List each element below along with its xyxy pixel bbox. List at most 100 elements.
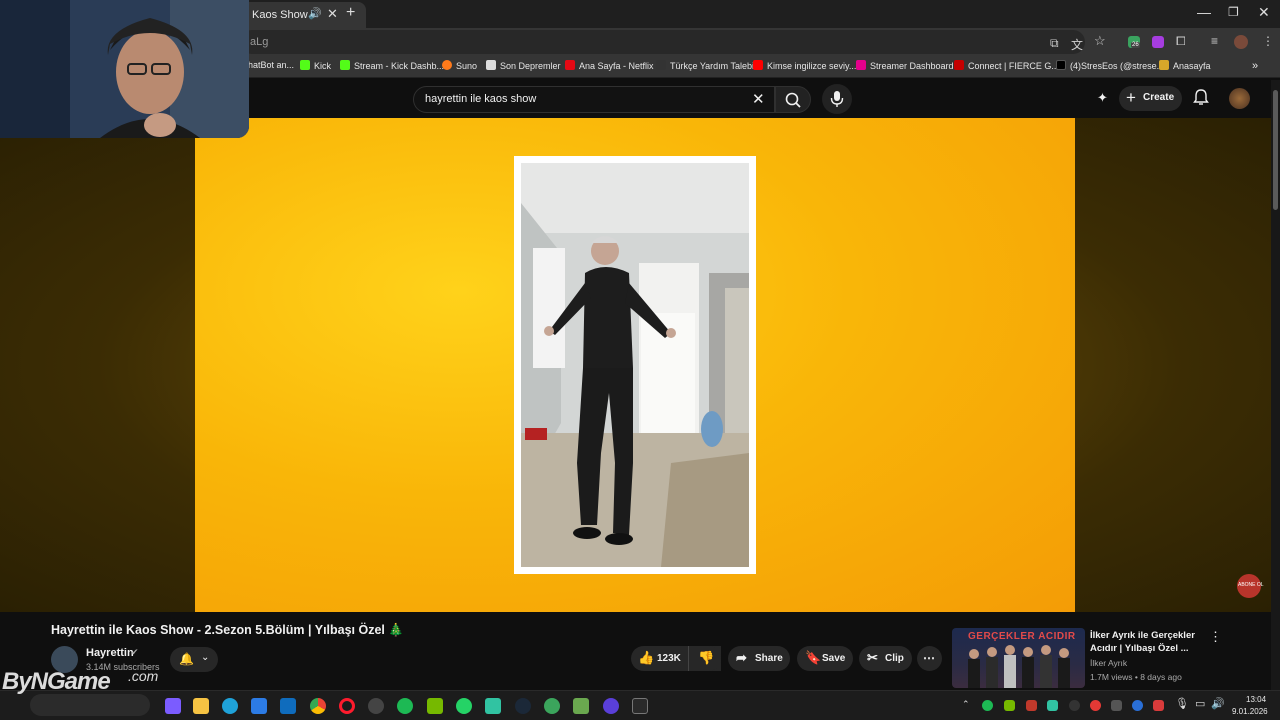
volume-icon[interactable]: 🔊 [1211,697,1225,710]
bookmark-item[interactable]: hatBot an... [248,60,294,70]
youtube-icon [753,60,763,70]
microphone-icon[interactable]: 🎙 [1175,697,1189,710]
chrome-icon[interactable] [310,698,326,714]
new-tab-button[interactable]: + [346,4,355,22]
clear-search-icon[interactable]: ✕ [752,90,765,108]
more-vertical-icon[interactable]: ⋮ [1209,629,1222,645]
more-bookmarks-icon[interactable]: » [1252,60,1258,72]
bookmark-star-icon[interactable]: ☆ [1094,33,1106,49]
share-button[interactable]: ➦ Share [728,646,790,671]
more-actions-button[interactable]: ⋯ [917,646,942,671]
bookmark-item[interactable]: Son Depremler [486,60,561,71]
kick-icon [300,60,310,70]
puzzle-icon[interactable]: ⧠ [1176,34,1186,49]
bookmark-label: Streamer Dashboard [870,61,954,71]
taskbar-search-box[interactable] [30,694,150,716]
bookmark-item[interactable]: Kimse ingilizce seviy... [753,60,856,71]
dislike-button[interactable]: 👎 [688,646,721,671]
recommended-title[interactable]: İlker Ayrık ile Gerçekler Acıdır | Yılba… [1090,629,1202,655]
profile-avatar[interactable] [1234,35,1248,49]
tray-record-icon[interactable] [1090,700,1101,711]
menu-kebab-icon[interactable]: ⋮ [1262,34,1274,48]
speaker-icon[interactable]: 🔊 [308,7,322,20]
search-input[interactable]: hayrettin ile kaos show ✕ [413,86,775,113]
verified-badge-icon: ✔ [131,647,139,657]
page-scrollbar[interactable] [1271,80,1280,690]
bookmark-item[interactable]: (4)StresEos (@strese... [1056,60,1164,71]
address-bar[interactable]: aLg ⧉ 文 [240,30,1085,54]
tray-overflow-icon[interactable]: ⌃ [962,699,970,710]
streamlabs-icon[interactable] [485,698,501,714]
bookmark-item[interactable]: Anasayfa [1159,60,1211,71]
account-avatar[interactable] [1229,88,1250,109]
launcher-icon[interactable] [603,698,619,714]
minecraft-icon[interactable] [573,698,589,714]
video-player[interactable]: ABONE OL [0,118,1280,612]
voice-search-button[interactable] [822,84,852,114]
cast-icon[interactable]: ⧉ [1050,36,1059,51]
discord-alt-icon[interactable] [544,698,560,714]
copilot-icon[interactable] [165,698,181,714]
close-tab-icon[interactable]: ✕ [327,6,338,22]
save-label: Save [822,653,846,664]
bookmark-label: hatBot an... [248,60,295,70]
streamer-webcam-feed [0,0,249,138]
tray-app-icon-2[interactable] [1111,700,1122,711]
brand-watermark: ByNGame [2,668,111,695]
tray-app-icon-4[interactable] [1153,700,1164,711]
bell-icon: 🔔 [179,652,194,666]
notifications-bell-icon[interactable] [1193,88,1209,111]
bookmark-item[interactable]: Türkçe Yardım Talebi [656,60,754,71]
search-icon [785,92,801,108]
spotify-icon[interactable] [397,698,413,714]
opera-icon[interactable] [339,698,355,714]
translate-icon[interactable]: 文 [1071,36,1083,53]
file-explorer-icon[interactable] [193,698,209,714]
tray-app-icon-3[interactable] [1132,700,1143,711]
whatsapp-icon[interactable] [456,698,472,714]
like-count: 123K [657,653,681,664]
scrollbar-thumb[interactable] [1273,90,1278,210]
extension-icon-2[interactable] [1152,36,1164,48]
subscription-bell-button[interactable]: 🔔 ⌄ [170,647,218,672]
video-camera-add-icon[interactable]: ✦ [1097,90,1108,106]
webcam-overlay [0,0,249,138]
minimize-window-button[interactable]: — [1197,4,1211,20]
channel-name[interactable]: Hayrettin [86,647,134,659]
create-button[interactable]: + Create [1119,86,1182,111]
obs-icon[interactable] [368,698,384,714]
search-button[interactable] [775,86,811,113]
bookmark-item[interactable]: Streamer Dashboard [856,60,954,71]
recommended-meta: 1.7M views • 8 days ago [1090,672,1182,682]
tray-app-icon[interactable] [1026,700,1037,711]
tray-nvidia-icon[interactable] [1004,700,1015,711]
tray-streamlabs-icon[interactable] [1047,700,1058,711]
nvidia-icon[interactable] [427,698,443,714]
save-button[interactable]: 🔖 Save [797,646,853,671]
tray-spotify-icon[interactable] [982,700,993,711]
tray-obs-icon[interactable] [1069,700,1080,711]
windows-taskbar: ⌃ 🎙 ▭ 🔊 13:04 9.01.2026 [0,690,1280,720]
bookmark-item[interactable]: Suno [442,60,477,71]
restore-window-button[interactable]: ❐ [1228,5,1239,19]
edge-icon[interactable] [222,698,238,714]
system-date[interactable]: 9.01.2026 [1232,707,1268,716]
outlook-icon[interactable] [280,698,296,714]
bookmark-label: Türkçe Yardım Talebi [670,61,755,71]
bookmark-item[interactable]: Connect | FIERCE G... [954,60,1059,71]
bookmark-item[interactable]: Stream - Kick Dashb... [340,60,444,71]
system-time[interactable]: 13:04 [1246,695,1266,704]
bookmark-item[interactable]: Ana Sayfa - Netflix [565,60,654,71]
steam-icon[interactable] [515,698,531,714]
video-photo-frame [514,156,756,574]
close-window-button[interactable]: ✕ [1258,4,1270,21]
recommended-thumbnail[interactable]: GERÇEKLER ACIDIR [952,628,1085,688]
media-controls-icon[interactable]: ≡ [1211,34,1218,48]
network-icon[interactable]: ▭ [1195,697,1205,710]
plus-icon: + [1126,88,1136,107]
bookmark-label: (4)StresEos (@strese... [1070,61,1165,71]
clip-button[interactable]: ✂ Clip [859,646,912,671]
store-icon[interactable] [251,698,267,714]
epic-games-icon[interactable] [632,698,648,714]
bookmark-item[interactable]: Kick [300,60,331,71]
